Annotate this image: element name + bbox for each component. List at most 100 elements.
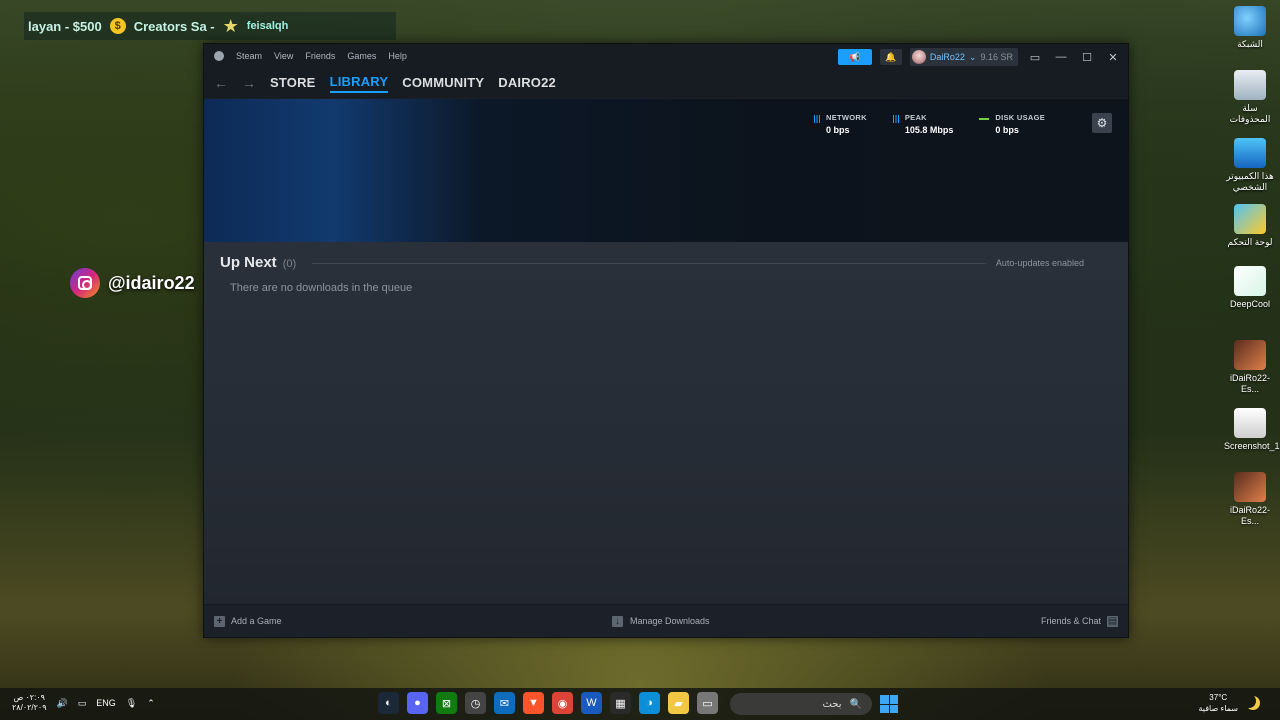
steam-taskbar-icon[interactable]: ◐ [378, 692, 399, 714]
friends-chat-button[interactable]: Friends & Chat ▤ [1040, 615, 1118, 627]
chevron-down-icon: ⌄ [968, 51, 977, 62]
announcements-button[interactable]: 📢 [837, 49, 872, 65]
brave-taskbar-icon[interactable]: ▼ [523, 692, 544, 714]
downloads-content: Up Next (0) Auto-updates enabled There a… [204, 242, 1128, 605]
menu-view[interactable]: View [274, 51, 293, 61]
bell-icon: 🔔 [885, 51, 897, 62]
up-next-count: (0) [282, 258, 297, 270]
instagram-overlay: @idairo22 [70, 268, 195, 298]
tab-community[interactable]: COMMUNITY [402, 75, 484, 92]
menu-friends[interactable]: Friends [305, 51, 335, 61]
menu-help[interactable]: Help [388, 51, 407, 61]
back-arrow-icon[interactable]: ← [214, 75, 228, 91]
account-name: DaiRo22 [929, 52, 965, 62]
taskbar: ٠٢:٠٩ ص ٢٨/٠٢/٢٠٩ 🔊 ▭ ENG 🎙 ⌃ ◐ ● ⊠ ◷ ✉ ▼ ◉ W ▦ ◑… [0, 688, 1280, 720]
desktop-icon[interactable]: الشبكة [1224, 6, 1276, 50]
stat-label: PEAK [904, 113, 927, 122]
chrome-taskbar-icon[interactable]: ◉ [552, 692, 573, 714]
stat-value: 0 bps [826, 125, 850, 135]
file-thumbnail-icon [1234, 340, 1266, 370]
stream-username: feisalqh [246, 20, 289, 32]
stat-label: NETWORK [826, 113, 867, 122]
discord-taskbar-icon[interactable]: ● [407, 692, 428, 714]
stat-value: 105.8 Mbps [904, 125, 954, 135]
friends-chat-label: Friends & Chat [1040, 616, 1101, 626]
desktop-icon[interactable]: سلة المحذوفات [1224, 70, 1276, 125]
clock-app-taskbar-icon[interactable]: ◷ [465, 692, 486, 714]
weather-desc: سماء صافية [1198, 704, 1238, 713]
menu-games[interactable]: Games [347, 51, 376, 61]
app-taskbar-icon[interactable]: ▭ [697, 692, 718, 714]
explorer-taskbar-icon[interactable]: ▰ [668, 692, 689, 714]
weather-temp: 37°C [1209, 693, 1228, 702]
stat-peak: PEAK 105.8 Mbps [892, 113, 954, 135]
notifications-button[interactable]: 🔔 [879, 49, 902, 65]
steam-titlebar: Steam View Friends Games Help 📢 🔔 DaiRo2… [204, 44, 1128, 68]
desktop-icon[interactable]: لوحة التحكم [1224, 204, 1276, 248]
tab-library[interactable]: LIBRARY [329, 74, 389, 93]
desktop-icon[interactable]: iDaiRo22-Es... [1224, 340, 1276, 395]
image-file-icon [1234, 408, 1266, 438]
edge-taskbar-icon[interactable]: ◑ [639, 692, 660, 714]
xbox-taskbar-icon[interactable]: ⊠ [436, 692, 457, 714]
manage-downloads-button[interactable]: ↓ Manage Downloads [612, 615, 710, 627]
tab-profile[interactable]: DAIRO22 [498, 75, 556, 92]
network-globe-icon [1234, 6, 1266, 36]
plus-icon: + [214, 615, 225, 627]
maximize-icon[interactable]: ☐ [1078, 51, 1096, 64]
tab-store[interactable]: STORE [270, 75, 316, 92]
creators-text: Creators Sa - [133, 18, 215, 34]
bars-icon [814, 115, 820, 123]
deepcool-icon [1234, 266, 1266, 296]
desktop-icon[interactable]: Screenshot_1 [1224, 408, 1280, 452]
stream-overlay-bar: layan - $500 $ Creators Sa - ★ feisalqh [24, 12, 396, 40]
menu-steam[interactable]: Steam [236, 51, 262, 61]
recycle-bin-icon [1234, 70, 1266, 100]
minimize-icon[interactable]: — [1052, 51, 1070, 63]
weather-widget[interactable]: 37°C سماء صافية [1198, 692, 1260, 714]
up-next-header: Up Next (0) [220, 254, 296, 271]
avatar [911, 50, 926, 64]
language-indicator[interactable]: ENG [96, 698, 116, 708]
clock-date: ٢٨/٠٢/٢٠٩ [12, 703, 47, 712]
desktop-icon[interactable]: هذا الكمبيوتر الشخصي [1224, 138, 1276, 193]
word-taskbar-icon[interactable]: W [581, 692, 602, 714]
mail-taskbar-icon[interactable]: ✉ [494, 692, 515, 714]
clock[interactable]: ٠٢:٠٩ ص ٢٨/٠٢/٢٠٩ [12, 693, 47, 713]
forward-arrow-icon[interactable]: → [242, 75, 256, 91]
close-icon[interactable]: ✕ [1104, 51, 1122, 64]
account-menu[interactable]: DaiRo22 ⌄ 9.16 SR [909, 48, 1018, 66]
desktop-icon-label: DeepCool [1229, 299, 1271, 309]
auto-updates-status: Auto-updates enabled [995, 258, 1084, 268]
microphone-icon[interactable]: 🎙 [126, 698, 137, 709]
big-picture-icon[interactable]: ▭ [1026, 51, 1044, 64]
desktop-icon-label: iDaiRo22-Es... [1229, 505, 1271, 526]
empty-queue-message: There are no downloads in the queue [230, 282, 413, 294]
download-settings-button[interactable]: ⚙ [1092, 113, 1112, 133]
coin-icon: $ [109, 18, 126, 34]
taskbar-search[interactable]: بحث 🔍 [730, 693, 872, 715]
stat-network: NETWORK 0 bps [814, 113, 867, 135]
gear-icon: ⚙ [1096, 116, 1108, 130]
network-icon[interactable]: ▭ [78, 698, 87, 709]
download-stats: NETWORK 0 bps PEAK 105.8 Mbps DISK USAGE 0 bp… [814, 113, 1045, 135]
start-button[interactable] [880, 695, 898, 713]
system-tray: ٠٢:٠٩ ص ٢٨/٠٢/٢٠٩ 🔊 ▭ ENG 🎙 ⌃ [12, 693, 155, 713]
desktop-icon[interactable]: iDaiRo22-Es... [1224, 472, 1276, 527]
volume-icon[interactable]: 🔊 [57, 698, 68, 709]
manage-downloads-label: Manage Downloads [630, 616, 710, 626]
desktop-icon[interactable]: DeepCool [1224, 266, 1276, 310]
desktop-icon-label: سلة المحذوفات [1229, 103, 1271, 124]
chat-icon: ▤ [1107, 615, 1118, 627]
wallet-balance: 9.16 SR [980, 52, 1013, 62]
desktop-icon-label: iDaiRo22-Es... [1229, 373, 1271, 394]
desktop-icon-label: هذا الكمبيوتر الشخصي [1226, 171, 1274, 192]
download-graph: NETWORK 0 bps PEAK 105.8 Mbps DISK USAGE 0 bp… [204, 99, 1128, 242]
star-icon: ★ [222, 15, 239, 36]
store-taskbar-icon[interactable]: ▦ [610, 692, 631, 714]
stat-label: DISK USAGE [995, 113, 1046, 122]
chevron-up-icon[interactable]: ⌃ [147, 698, 155, 709]
stat-value: 0 bps [995, 125, 1019, 135]
instagram-icon [70, 268, 100, 298]
add-game-button[interactable]: + Add a Game [214, 615, 282, 627]
